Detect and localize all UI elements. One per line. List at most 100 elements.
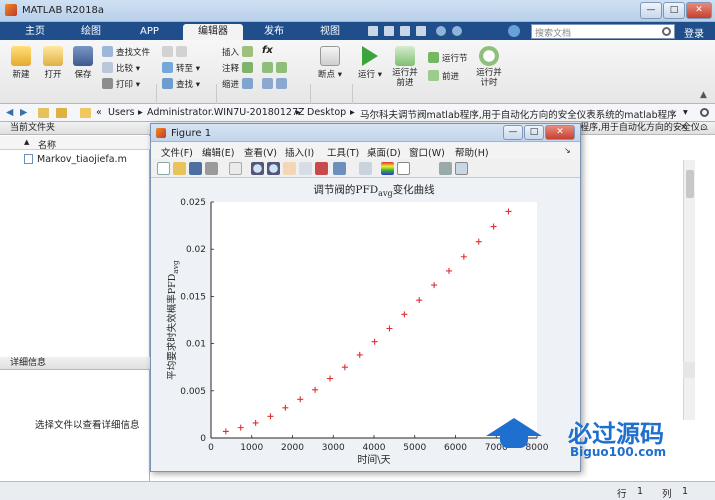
- breakpoint-button[interactable]: 断点 ▾: [314, 46, 346, 80]
- path-segment-desktop[interactable]: Desktop: [307, 107, 346, 118]
- uncomment-icon[interactable]: [262, 62, 273, 73]
- tab-plots[interactable]: 绘图: [66, 24, 116, 40]
- menu-tools[interactable]: 工具(T): [327, 145, 359, 159]
- run-button[interactable]: 运行 ▾: [356, 46, 384, 80]
- comment-button[interactable]: 注释: [222, 62, 256, 74]
- y-tick-label: 0.01: [186, 340, 206, 350]
- scroll-thumb[interactable]: [686, 170, 694, 198]
- figure-minimize-button[interactable]: —: [503, 125, 523, 140]
- tab-view[interactable]: 视图: [305, 24, 355, 40]
- details-title: 详细信息: [10, 358, 47, 368]
- login-link[interactable]: 登录: [684, 25, 704, 40]
- link-plot-icon[interactable]: [359, 162, 372, 175]
- x-tick-label: 6000: [444, 443, 467, 453]
- find-button[interactable]: 查找 ▾: [162, 78, 200, 90]
- search-input[interactable]: 搜索文档: [535, 26, 571, 39]
- editor-scrollbar-bottom[interactable]: [683, 362, 695, 378]
- path-segment-users[interactable]: Users: [108, 107, 135, 118]
- cut-quick-icon[interactable]: [384, 26, 394, 36]
- zoom-in-icon[interactable]: [251, 162, 264, 175]
- editor-tab-title[interactable]: 程序,用于自动化方向的安全仪...: [580, 123, 708, 133]
- print-figure-icon[interactable]: [205, 162, 218, 175]
- indent-label: 缩进: [222, 80, 240, 90]
- pan-hand-icon[interactable]: [283, 162, 296, 175]
- insert-button[interactable]: 插入: [222, 46, 256, 58]
- search-folder-icon[interactable]: [700, 108, 709, 117]
- comment-label: 注释: [222, 64, 240, 74]
- path-segment-project[interactable]: 马尔科夫调节阀matlab程序,用于自动化方向的安全仪表系统的matlab程序: [360, 107, 680, 121]
- compare-button[interactable]: 比较 ▾: [102, 62, 140, 74]
- menu-insert[interactable]: 插入(I): [285, 145, 314, 159]
- copy-quick-icon[interactable]: [400, 26, 410, 36]
- hide-plot-tools-icon[interactable]: [439, 162, 452, 175]
- file-list-header[interactable]: ▲ 名称: [0, 136, 150, 151]
- figure-title: Figure 1: [171, 128, 212, 139]
- advance-button[interactable]: 前进: [428, 70, 459, 82]
- new-figure-icon[interactable]: [157, 162, 170, 175]
- save-button[interactable]: 保存: [68, 46, 98, 80]
- print-button[interactable]: 打印 ▾: [102, 78, 140, 90]
- new-button[interactable]: 新建: [6, 46, 36, 80]
- up-folder-icon[interactable]: [38, 108, 49, 118]
- maximize-button[interactable]: □: [663, 2, 685, 19]
- redo-quick-icon[interactable]: [452, 26, 462, 36]
- open-button[interactable]: 打开: [38, 46, 68, 80]
- menu-window[interactable]: 窗口(W): [409, 145, 445, 159]
- search-field[interactable]: 搜索文档: [531, 24, 675, 39]
- edit-small-icons-2: [262, 78, 290, 90]
- run-time-button[interactable]: 运行并 计时: [472, 46, 506, 88]
- close-button[interactable]: ✕: [686, 2, 712, 19]
- show-plot-tools-icon[interactable]: [455, 162, 468, 175]
- find-files-button[interactable]: 查找文件: [102, 46, 150, 58]
- advance-icon: [428, 70, 439, 81]
- menu-file[interactable]: 文件(F): [161, 145, 193, 159]
- minimize-button[interactable]: —: [640, 2, 662, 19]
- tab-publish[interactable]: 发布: [249, 24, 299, 40]
- menu-help[interactable]: 帮助(H): [455, 145, 489, 159]
- save-quick-icon[interactable]: [368, 26, 378, 36]
- editor-menu-icon[interactable]: ⊙: [700, 123, 708, 133]
- dock-arrow-icon[interactable]: ↘: [564, 146, 571, 155]
- tab-apps[interactable]: APP: [122, 24, 177, 40]
- data-cursor-icon[interactable]: [315, 162, 328, 175]
- run-section-button[interactable]: 运行节: [428, 52, 468, 64]
- open-file-icon[interactable]: [173, 162, 186, 175]
- root-folder-icon: [80, 108, 91, 118]
- insert-legend-icon[interactable]: [397, 162, 410, 175]
- menu-edit[interactable]: 编辑(E): [202, 145, 234, 159]
- forward-icon[interactable]: ▶: [20, 107, 27, 118]
- undo-quick-icon[interactable]: [436, 26, 446, 36]
- help-quick-icon[interactable]: [508, 25, 520, 37]
- menu-desktop[interactable]: 桌面(D): [367, 145, 401, 159]
- path-collapse[interactable]: «: [96, 107, 102, 118]
- indent-button[interactable]: 缩进: [222, 78, 256, 90]
- zoom-out-icon[interactable]: [267, 162, 280, 175]
- fx-button[interactable]: fx: [262, 45, 273, 56]
- figure-maximize-button[interactable]: □: [524, 125, 544, 140]
- path-dropdown-icon[interactable]: ▾: [683, 107, 688, 118]
- path-segment-admin[interactable]: Administrator.WIN7U-20180127Z: [147, 107, 305, 118]
- brush-icon[interactable]: [333, 162, 346, 175]
- file-row[interactable]: Markov_tiaojiefa.m: [0, 152, 150, 166]
- indent-right-icon[interactable]: [262, 78, 273, 89]
- path-separator: ▸: [296, 107, 301, 118]
- pointer-icon[interactable]: [229, 162, 242, 175]
- editor-scrollbar[interactable]: [683, 160, 695, 420]
- paste-quick-icon[interactable]: [416, 26, 426, 36]
- rotate-3d-icon[interactable]: [299, 162, 312, 175]
- insert-colorbar-icon[interactable]: [381, 162, 394, 175]
- back-icon[interactable]: ◀: [6, 107, 13, 118]
- save-figure-icon[interactable]: [189, 162, 202, 175]
- collapse-ribbon-icon[interactable]: ▲: [700, 90, 707, 100]
- tab-editor[interactable]: 编辑器: [183, 24, 243, 40]
- figure-close-button[interactable]: ✕: [545, 125, 575, 140]
- indent-left-icon[interactable]: [276, 78, 287, 89]
- goto-button[interactable]: 转至 ▾: [162, 62, 200, 74]
- tab-home[interactable]: 主页: [10, 24, 60, 40]
- editor-close-icon[interactable]: ✕: [680, 123, 688, 133]
- wrap-icon[interactable]: [276, 62, 287, 73]
- column-name-header[interactable]: 名称: [38, 138, 56, 151]
- browse-folder-icon[interactable]: [56, 108, 67, 118]
- menu-view[interactable]: 查看(V): [244, 145, 277, 159]
- run-advance-button[interactable]: 运行并 前进: [388, 46, 422, 88]
